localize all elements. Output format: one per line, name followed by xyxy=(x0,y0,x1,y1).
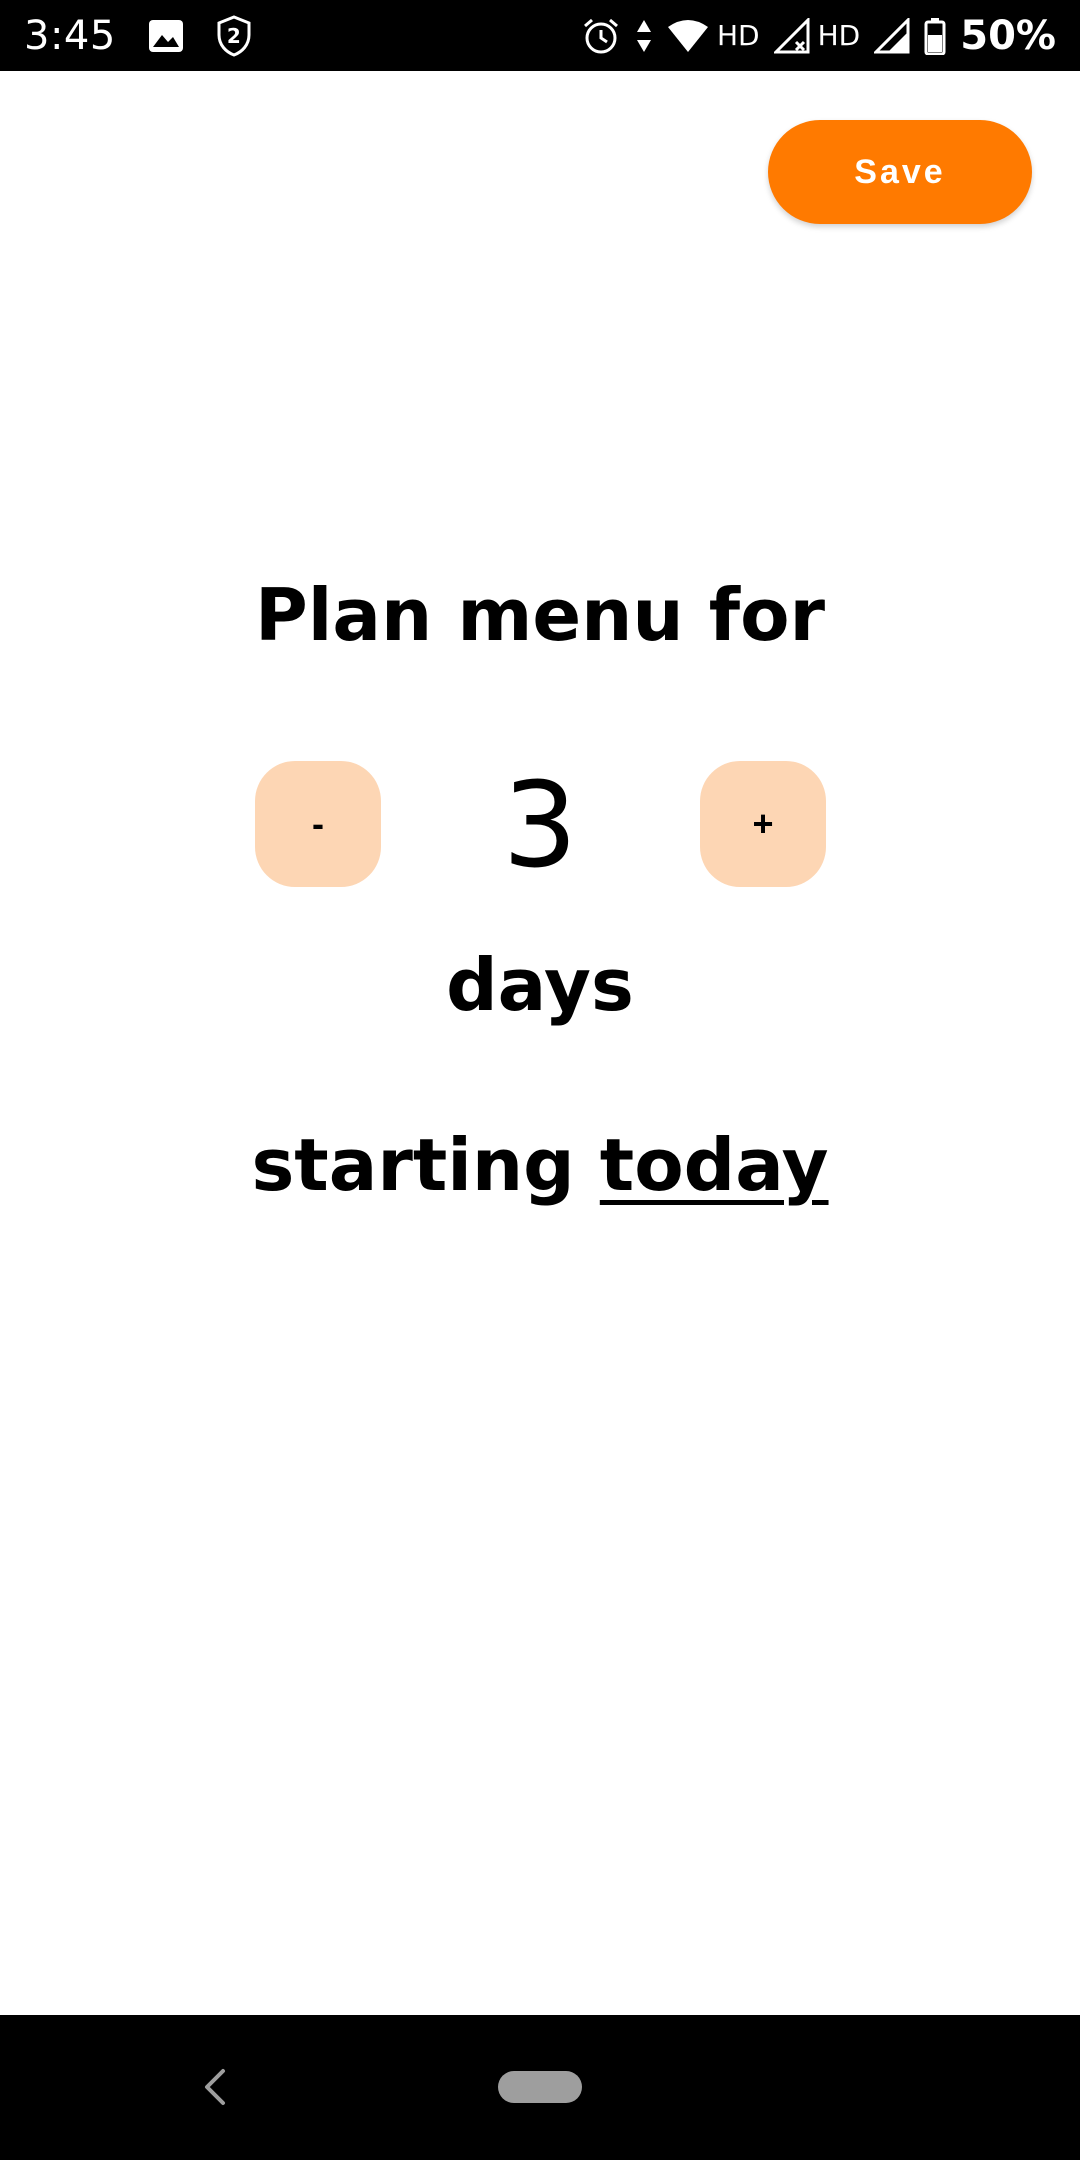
image-icon xyxy=(148,19,184,53)
wifi-icon xyxy=(667,19,709,53)
back-icon[interactable] xyxy=(190,2057,240,2117)
screen: 3:45 2 HD HD 50% Save Plan menu for - 3 … xyxy=(0,0,1080,2160)
shield-badge-icon: 2 xyxy=(216,14,252,57)
status-right: HD HD 50% xyxy=(581,13,1056,59)
signal-icon xyxy=(874,17,910,54)
alarm-icon xyxy=(581,16,621,56)
save-button[interactable]: Save xyxy=(768,120,1032,224)
days-count: 3 xyxy=(502,756,578,894)
navigation-bar xyxy=(0,2015,1080,2160)
start-date-line: starting today xyxy=(0,1120,1080,1210)
start-date-picker-link[interactable]: today xyxy=(600,1123,829,1207)
hd-label: HD xyxy=(817,19,861,52)
status-left: 3:45 2 xyxy=(24,13,252,59)
status-bar: 3:45 2 HD HD 50% xyxy=(0,0,1080,71)
decrement-days-button[interactable]: - xyxy=(255,761,381,887)
home-pill-icon[interactable] xyxy=(498,2071,582,2103)
status-time: 3:45 xyxy=(24,12,116,59)
battery-percent: 50% xyxy=(960,12,1056,59)
hd-label: HD xyxy=(717,19,760,52)
days-label: days xyxy=(446,943,634,1027)
starting-prefix: starting xyxy=(251,1123,575,1207)
page-title: Plan menu for xyxy=(254,573,826,657)
signal-icon xyxy=(773,17,810,54)
increment-days-button[interactable]: + xyxy=(700,761,826,887)
shield-badge-number: 2 xyxy=(226,23,241,48)
data-arrows-icon xyxy=(635,18,653,54)
battery-icon xyxy=(924,17,946,55)
